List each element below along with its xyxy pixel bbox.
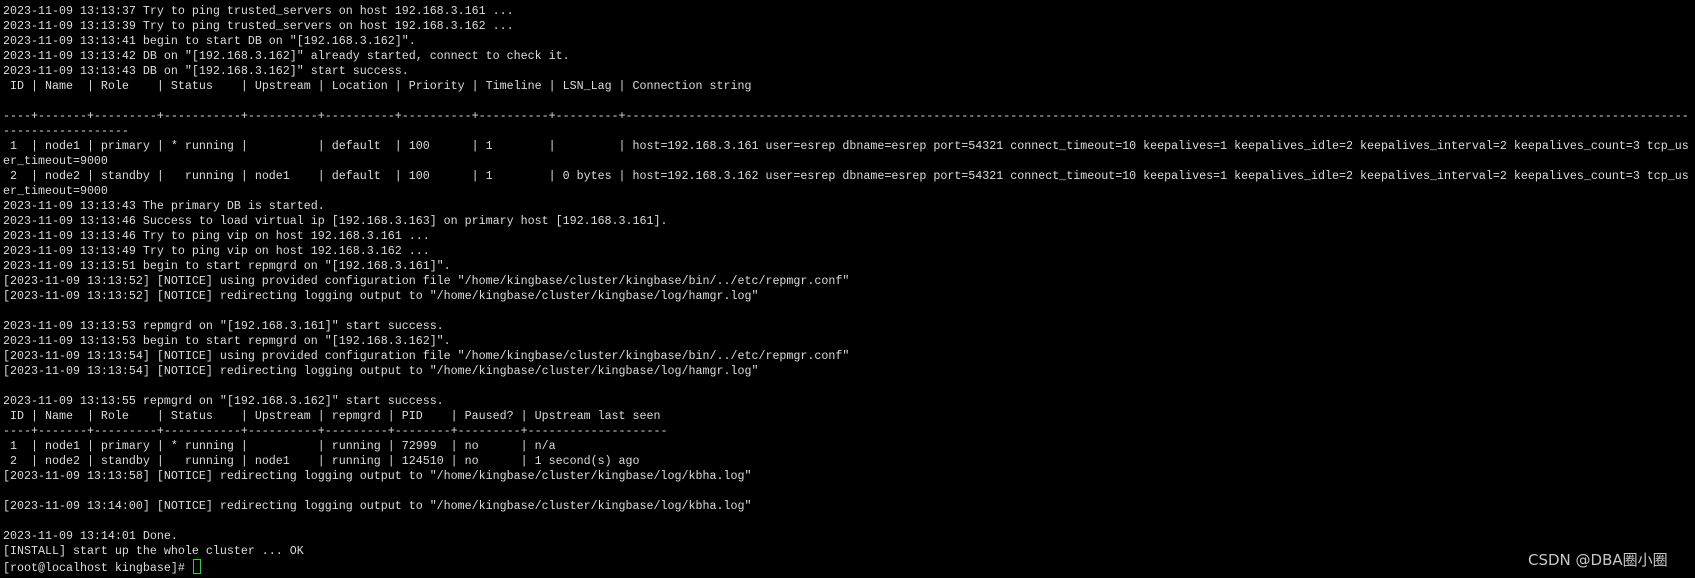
csdn-watermark: CSDN @DBA圈小圈 [1528, 551, 1668, 569]
terminal-line: 1 | node1 | primary | * running | | runn… [3, 439, 556, 453]
terminal-line: [2023-11-09 13:13:58] [NOTICE] redirecti… [3, 469, 752, 483]
terminal-line: [INSTALL] start up the whole cluster ...… [3, 544, 304, 558]
cursor-icon [192, 559, 201, 574]
terminal-line: 2023-11-09 13:13:51 begin to start repmg… [3, 259, 451, 273]
terminal-line: 2023-11-09 13:13:55 repmgrd on "[192.168… [3, 394, 444, 408]
terminal-line: ID | Name | Role | Status | Upstream | L… [3, 79, 752, 93]
shell-prompt: [root@localhost kingbase]# [3, 561, 192, 575]
terminal-line: ID | Name | Role | Status | Upstream | r… [3, 409, 661, 423]
terminal-line: 2023-11-09 13:13:46 Try to ping vip on h… [3, 229, 430, 243]
terminal-line: 1 | node1 | primary | * running | | defa… [3, 139, 1689, 168]
terminal-line: ----+-------+---------+-----------+-----… [3, 424, 668, 438]
terminal-line: [2023-11-09 13:14:00] [NOTICE] redirecti… [3, 499, 752, 513]
terminal-line: 2023-11-09 13:13:53 repmgrd on "[192.168… [3, 319, 444, 333]
shell-prompt-line[interactable]: [root@localhost kingbase]# [3, 559, 1689, 576]
terminal-line: 2023-11-09 13:14:01 Done. [3, 529, 178, 543]
terminal-line: [2023-11-09 13:13:52] [NOTICE] redirecti… [3, 289, 759, 303]
terminal-line: 2023-11-09 13:13:46 Success to load virt… [3, 214, 668, 228]
terminal-line: 2023-11-09 13:13:49 Try to ping vip on h… [3, 244, 430, 258]
terminal-line: 2 | node2 | standby | running | node1 | … [3, 454, 640, 468]
terminal-line: 2023-11-09 13:13:43 DB on "[192.168.3.16… [3, 64, 409, 78]
terminal-line: 2023-11-09 13:13:41 begin to start DB on… [3, 34, 416, 48]
terminal-line: 2023-11-09 13:13:37 Try to ping trusted_… [3, 4, 514, 18]
terminal-line: 2023-11-09 13:13:39 Try to ping trusted_… [3, 19, 514, 33]
terminal-line: 2 | node2 | standby | running | node1 | … [3, 169, 1689, 198]
terminal-output[interactable]: 2023-11-09 13:13:37 Try to ping trusted_… [3, 4, 1689, 576]
terminal-line: [2023-11-09 13:13:54] [NOTICE] redirecti… [3, 364, 759, 378]
terminal-line: 2023-11-09 13:13:43 The primary DB is st… [3, 199, 325, 213]
terminal-line: [2023-11-09 13:13:52] [NOTICE] using pro… [3, 274, 850, 288]
terminal-line: ----+-------+---------+-----------+-----… [3, 109, 1689, 138]
terminal-line: [2023-11-09 13:13:54] [NOTICE] using pro… [3, 349, 850, 363]
terminal-line: 2023-11-09 13:13:42 DB on "[192.168.3.16… [3, 49, 570, 63]
terminal-line: 2023-11-09 13:13:53 begin to start repmg… [3, 334, 451, 348]
